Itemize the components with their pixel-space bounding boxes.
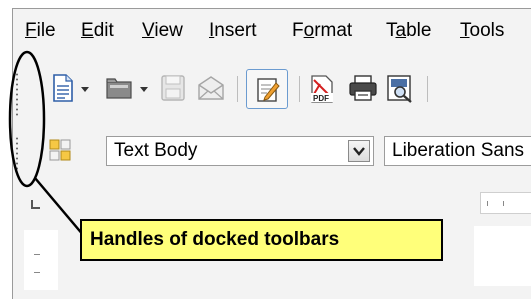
callout-text: Handles of docked toolbars (90, 229, 340, 250)
callout-pointer-line (34, 177, 85, 237)
handles-highlight-ellipse (8, 50, 46, 188)
callout-label: Handles of docked toolbars (80, 219, 443, 261)
